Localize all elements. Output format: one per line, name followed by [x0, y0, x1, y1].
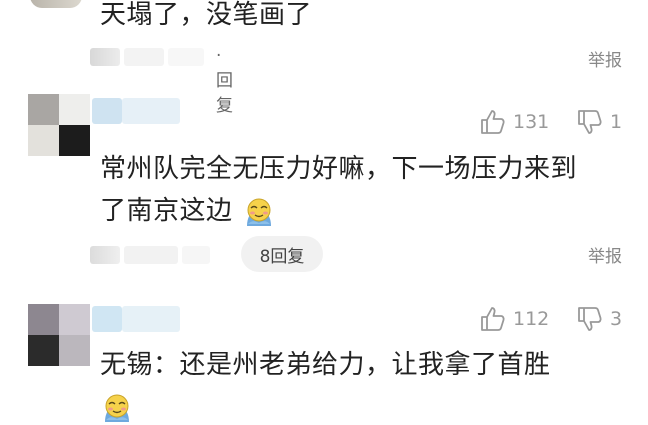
- timestamp-blur: [90, 48, 120, 66]
- ip-blur: [182, 246, 210, 264]
- location-blur: [124, 48, 164, 66]
- thumbs-up-icon: [481, 307, 505, 331]
- replies-button[interactable]: 8回复: [241, 236, 323, 272]
- nickname-blur: [92, 98, 122, 124]
- comment-text: 常州队完全无压力好嘛，下一场压力来到: [100, 154, 578, 184]
- comment-text: 了南京这边: [100, 196, 233, 226]
- comment-text-line2: 了南京这边: [100, 190, 233, 232]
- timestamp-blur: [90, 246, 120, 264]
- like-button[interactable]: 112: [479, 305, 549, 333]
- report-link[interactable]: 举报: [588, 242, 622, 267]
- avatar[interactable]: [30, 0, 82, 8]
- comment-text: 无锡：还是州老弟给力，让我拿了首胜: [100, 350, 551, 380]
- comment-text: 天塌了，没笔画了: [100, 0, 313, 30]
- blushing-face-emoji: [247, 198, 271, 226]
- dislike-count: 3: [610, 308, 623, 330]
- like-count: 131: [513, 111, 550, 133]
- reply-link[interactable]: · 回复: [216, 46, 233, 116]
- like-count: 112: [513, 308, 550, 330]
- thumbs-down-icon: [578, 307, 602, 331]
- nickname-blur: [122, 306, 180, 332]
- nickname-blur: [92, 306, 122, 332]
- avatar[interactable]: [28, 94, 90, 156]
- ip-blur: [168, 48, 204, 66]
- nickname-blur: [122, 98, 180, 124]
- thumbs-down-icon: [578, 110, 602, 134]
- location-blur: [124, 246, 178, 264]
- thumbs-up-icon: [481, 110, 505, 134]
- like-button[interactable]: 131: [479, 108, 549, 136]
- dislike-count: 1: [610, 111, 623, 133]
- dislike-button[interactable]: 3: [576, 305, 622, 333]
- dislike-button[interactable]: 1: [576, 108, 622, 136]
- avatar[interactable]: [28, 304, 90, 366]
- report-link[interactable]: 举报: [588, 46, 622, 71]
- blushing-face-emoji: [105, 394, 129, 422]
